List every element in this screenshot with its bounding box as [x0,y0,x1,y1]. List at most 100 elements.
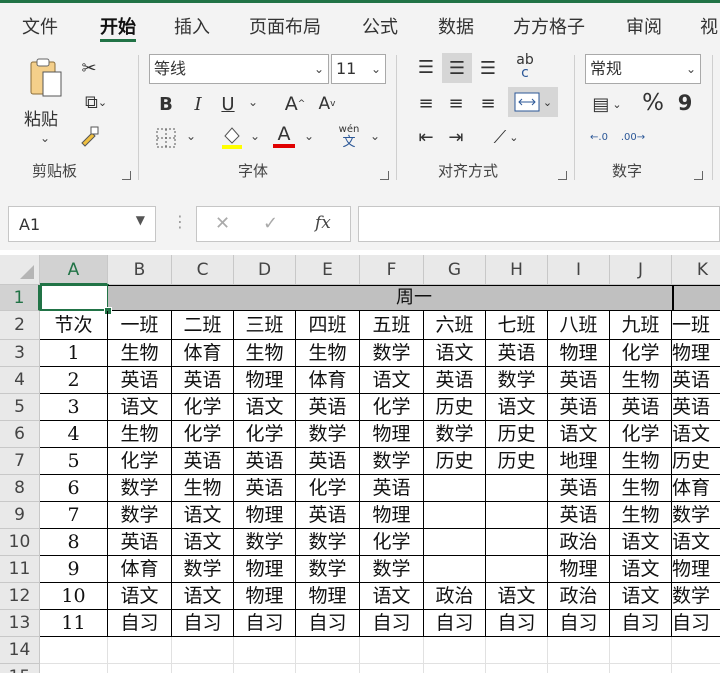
table-cell[interactable]: 八班 [548,311,610,340]
table-cell[interactable]: 物理 [672,556,720,583]
table-cell[interactable]: 8 [40,529,108,556]
italic-button[interactable]: I [186,91,210,117]
cut-icon[interactable]: ✂ [76,55,102,81]
accounting-format-icon[interactable]: ▤ ⌄ [586,91,628,117]
table-cell[interactable]: 英语 [672,394,720,421]
table-cell[interactable]: 历史 [424,394,486,421]
table-cell[interactable]: 政治 [548,529,610,556]
table-cell[interactable]: 数学 [360,556,424,583]
table-cell[interactable]: 物理 [234,556,296,583]
underline-dropdown-icon[interactable]: ⌄ [248,95,258,109]
table-cell[interactable]: 二班 [172,311,234,340]
copy-icon[interactable]: ⧉ ⌄ [76,89,116,115]
table-cell[interactable]: 英语 [424,367,486,394]
table-cell[interactable] [424,475,486,502]
empty-cell[interactable] [172,637,234,664]
merged-title-cell[interactable]: 周一 [108,285,720,311]
table-cell[interactable]: 数学 [672,583,720,610]
increase-decimal-icon[interactable]: ←.0 [586,123,612,151]
increase-font-button[interactable]: A ^ [282,91,308,117]
table-cell[interactable]: 语文 [172,529,234,556]
row-header-15[interactable]: 15 [0,664,40,673]
table-cell[interactable]: 物理 [360,421,424,448]
table-cell[interactable]: 数学 [296,556,360,583]
table-cell[interactable]: 物理 [234,502,296,529]
align-center-icon[interactable]: ≡ [442,89,470,117]
fill-color-icon[interactable] [218,123,246,151]
percent-button[interactable]: % [640,89,666,117]
column-header-g[interactable]: G [424,255,486,285]
table-cell[interactable]: 英语 [172,448,234,475]
clipboard-launcher-icon[interactable] [122,171,131,180]
table-cell[interactable]: 自习 [424,610,486,637]
table-cell[interactable]: 自习 [610,610,672,637]
table-cell[interactable] [486,475,548,502]
empty-cell[interactable] [296,664,360,673]
table-cell[interactable]: 英语 [296,448,360,475]
column-header-d[interactable]: D [234,255,296,285]
empty-cell[interactable] [108,664,172,673]
align-bottom-icon[interactable]: ☰ [474,53,502,83]
align-right-icon[interactable]: ≡ [474,89,502,117]
table-cell[interactable]: 10 [40,583,108,610]
empty-cell[interactable] [424,664,486,673]
table-cell[interactable]: 物理 [234,583,296,610]
tab-formulas[interactable]: 公式 [362,13,398,39]
font-size-select[interactable]: 11 ⌄ [331,54,386,84]
table-cell[interactable]: 生物 [108,340,172,367]
table-cell[interactable]: 生物 [610,475,672,502]
table-cell[interactable]: 英语 [108,529,172,556]
align-middle-icon[interactable]: ☰ [442,53,472,83]
row-header-2[interactable]: 2 [0,311,40,340]
column-header-e[interactable]: E [296,255,360,285]
format-painter-icon[interactable] [76,123,102,149]
table-cell[interactable]: 物理 [672,340,720,367]
row-header-3[interactable]: 3 [0,340,40,367]
table-cell[interactable]: 语文 [234,394,296,421]
table-cell[interactable]: 生物 [610,448,672,475]
table-cell[interactable]: 英语 [296,502,360,529]
table-cell[interactable]: 11 [40,610,108,637]
table-cell[interactable]: 数学 [108,502,172,529]
table-cell[interactable]: 化学 [610,340,672,367]
empty-cell[interactable] [610,664,672,673]
row-header-4[interactable]: 4 [0,367,40,394]
table-cell[interactable]: 英语 [172,367,234,394]
font-launcher-icon[interactable] [380,171,389,180]
table-cell[interactable] [486,502,548,529]
paste-icon[interactable] [22,55,68,103]
table-cell[interactable] [424,556,486,583]
table-cell[interactable]: 英语 [108,367,172,394]
table-cell[interactable]: 化学 [610,421,672,448]
table-cell[interactable]: 物理 [360,502,424,529]
enter-icon[interactable]: ✓ [263,213,278,234]
empty-cell[interactable] [548,637,610,664]
table-cell[interactable]: 化学 [172,394,234,421]
table-cell[interactable]: 2 [40,367,108,394]
table-cell[interactable]: 英语 [548,502,610,529]
empty-cell[interactable] [40,664,108,673]
table-cell[interactable]: 语文 [172,502,234,529]
tab-home[interactable]: 开始 [100,13,136,39]
row-header-5[interactable]: 5 [0,394,40,421]
table-cell[interactable]: 物理 [234,367,296,394]
table-cell[interactable]: 语文 [108,583,172,610]
table-cell[interactable]: 数学 [172,556,234,583]
table-cell[interactable]: 英语 [360,475,424,502]
table-cell[interactable]: 化学 [296,475,360,502]
table-cell[interactable] [424,502,486,529]
bold-button[interactable]: B [154,91,178,117]
row-header-6[interactable]: 6 [0,421,40,448]
row-header-1[interactable]: 1 [0,285,40,311]
wrap-text-icon[interactable]: ab c [510,51,540,83]
table-cell[interactable]: 数学 [424,421,486,448]
table-cell[interactable]: 化学 [234,421,296,448]
borders-icon[interactable] [152,125,180,151]
table-cell[interactable]: 一班 [672,311,720,340]
table-cell[interactable]: 自习 [360,610,424,637]
empty-cell[interactable] [610,637,672,664]
table-cell[interactable]: 生物 [610,367,672,394]
table-cell[interactable]: 化学 [172,421,234,448]
table-cell[interactable]: 语文 [672,421,720,448]
table-cell[interactable]: 英语 [296,394,360,421]
